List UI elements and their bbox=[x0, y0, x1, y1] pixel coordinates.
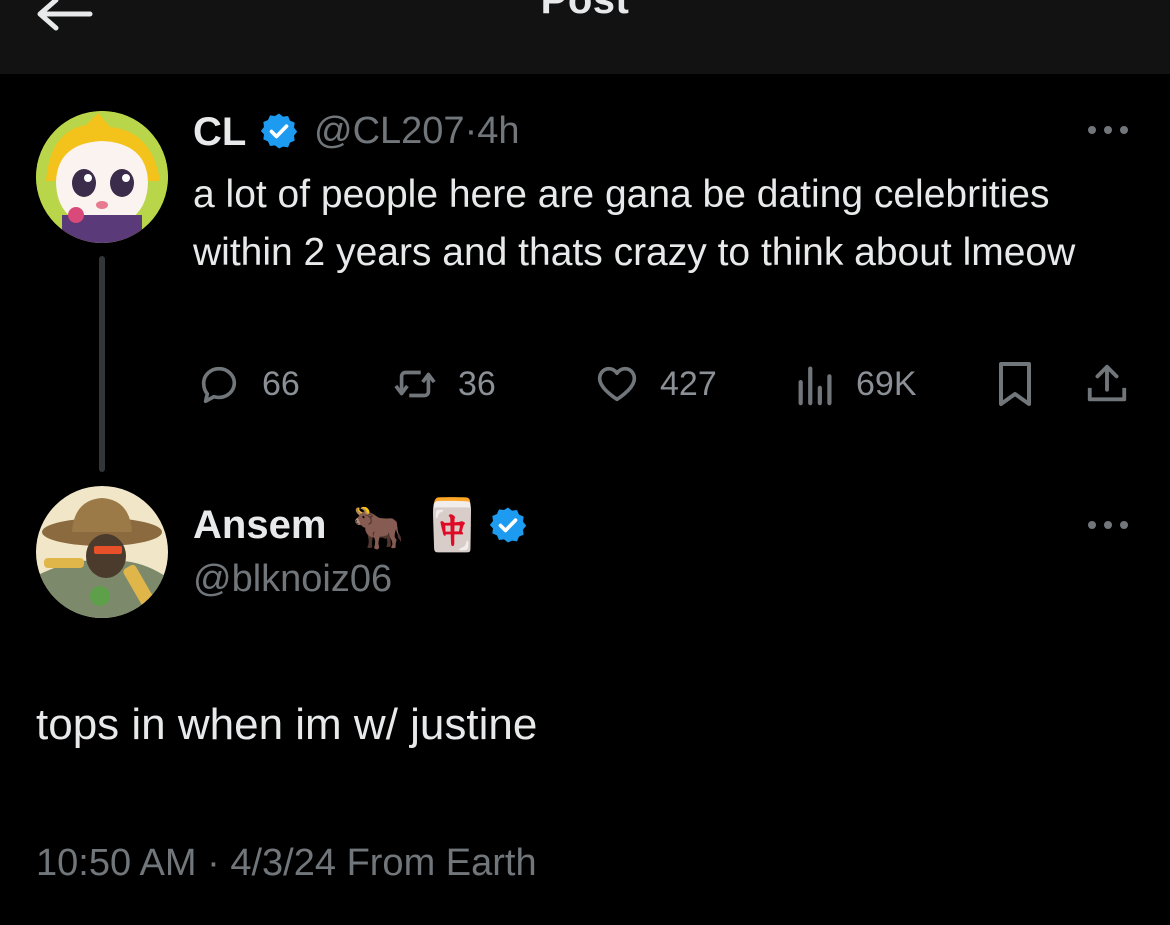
verified-badge-icon bbox=[489, 507, 527, 543]
reply-text: tops in when im w/ justine bbox=[36, 700, 538, 749]
more-horizontal-icon bbox=[1088, 521, 1128, 529]
page-title: Post bbox=[540, 0, 630, 22]
reply-count: 66 bbox=[262, 364, 300, 403]
post-source: From Earth bbox=[346, 842, 537, 884]
author-handle[interactable]: @CL207·4h bbox=[314, 110, 520, 153]
repost-button[interactable]: 36 bbox=[392, 360, 496, 408]
bull-emoji: 🐂 bbox=[352, 504, 405, 551]
repost-icon bbox=[394, 370, 436, 398]
bookmark-button[interactable] bbox=[994, 360, 1036, 408]
post-timestamp: 10:50 AM bbox=[36, 842, 197, 884]
like-button[interactable]: 427 bbox=[594, 360, 717, 408]
more-options-button[interactable] bbox=[1086, 120, 1130, 140]
like-count: 427 bbox=[660, 364, 717, 403]
reply-author-handle[interactable]: @blknoiz06 bbox=[193, 558, 392, 601]
repost-count: 36 bbox=[458, 364, 496, 403]
bookmark-icon bbox=[999, 362, 1031, 406]
top-bar: Post bbox=[0, 0, 1170, 74]
meta-separator: · bbox=[207, 842, 220, 884]
verified-badge-icon bbox=[260, 113, 298, 149]
handle-text: @CL207 bbox=[314, 110, 465, 152]
thread-connector-line bbox=[99, 256, 105, 472]
post-metadata: 10:50 AM · 4/3/24 From Earth bbox=[36, 842, 537, 885]
reply-author-name[interactable]: Ansem bbox=[193, 503, 326, 548]
author-name[interactable]: CL bbox=[193, 110, 246, 155]
post-date: 4/3/24 bbox=[230, 842, 336, 884]
separator: · bbox=[464, 110, 478, 152]
post-text: a lot of people here are gana be dating … bbox=[193, 173, 1076, 274]
avatar-ansem[interactable] bbox=[36, 486, 168, 618]
more-horizontal-icon bbox=[1088, 126, 1128, 134]
views-count: 69K bbox=[856, 364, 917, 403]
avatar-cl[interactable] bbox=[36, 111, 168, 243]
post-time: 4h bbox=[477, 110, 520, 152]
heart-icon bbox=[597, 366, 637, 402]
share-button[interactable] bbox=[1084, 360, 1130, 408]
reply-button[interactable]: 66 bbox=[196, 360, 300, 408]
views-chart-icon bbox=[798, 366, 832, 406]
views-button[interactable]: 69K bbox=[796, 360, 917, 408]
share-icon bbox=[1087, 364, 1127, 402]
reply-icon bbox=[201, 366, 237, 404]
mahjong-emoji: 🀄 bbox=[421, 497, 484, 553]
reply-more-options-button[interactable] bbox=[1086, 515, 1130, 535]
